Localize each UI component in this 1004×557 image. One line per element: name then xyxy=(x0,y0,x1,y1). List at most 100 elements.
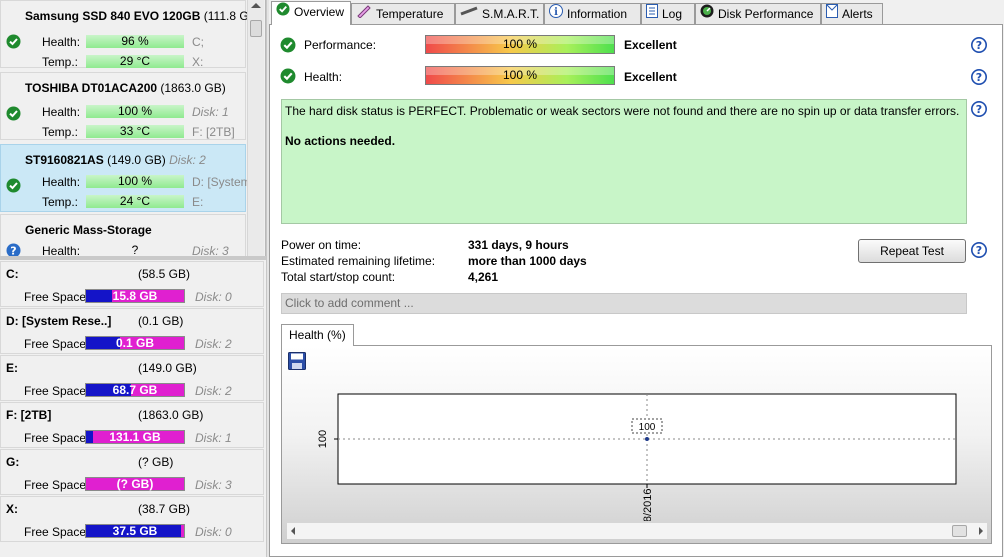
volume-item[interactable]: D: [System Rese..] (0.1 GB) Free Space 0… xyxy=(0,308,264,354)
tab-information[interactable]: i Information xyxy=(544,3,641,25)
free-space-bar: 37.5 GB xyxy=(85,524,185,538)
tab-alerts[interactable]: Alerts xyxy=(821,3,883,25)
volume-disk: Disk: 3 xyxy=(195,478,232,492)
free-space-label: Free Space xyxy=(24,478,87,492)
scroll-thumb[interactable] xyxy=(250,20,262,37)
volume-capacity: (1863.0 GB) xyxy=(138,408,204,422)
performance-label: Performance: xyxy=(304,38,377,52)
health-bar: ? xyxy=(131,243,139,257)
panel-splitter[interactable] xyxy=(0,256,266,260)
volume-item[interactable]: F: [2TB] (1863.0 GB) Free Space 131.1 GB… xyxy=(0,402,264,448)
scroll-left-icon[interactable] xyxy=(291,527,295,535)
help-icon[interactable]: ? xyxy=(971,37,987,53)
volume-disk: Disk: 0 xyxy=(195,290,232,304)
chart-svg: 100 10/18/2016 100 xyxy=(317,393,957,521)
disk-drive-letter: X: xyxy=(192,55,204,69)
disk-id: Disk: 1 xyxy=(192,105,229,119)
temp-label: Temp.: xyxy=(42,55,79,69)
free-space-bar: (? GB) xyxy=(85,477,185,491)
free-space-label: Free Space xyxy=(24,525,87,539)
question-circle-icon: ? xyxy=(6,243,21,256)
check-circle-icon xyxy=(280,68,296,87)
disk-list-scrollbar[interactable] xyxy=(247,0,264,256)
health-rating: Excellent xyxy=(624,70,677,84)
volume-item[interactable]: E: (149.0 GB) Free Space 68.7 GB Disk: 2 xyxy=(0,355,264,401)
disk-name: Generic Mass-Storage xyxy=(25,223,152,237)
tab-log[interactable]: Log xyxy=(641,3,695,25)
health-bar: 96 % xyxy=(86,35,184,48)
document-icon xyxy=(646,4,658,25)
start-stop-label: Total start/stop count: xyxy=(281,270,396,284)
lifetime-label: Estimated remaining lifetime: xyxy=(281,254,436,268)
volume-item[interactable]: X: (38.7 GB) Free Space 37.5 GB Disk: 0 xyxy=(0,496,264,542)
tab-temperature[interactable]: Temperature xyxy=(351,3,455,25)
health-bar: 100 % xyxy=(86,175,184,188)
scroll-up-icon[interactable] xyxy=(251,3,261,8)
tab-disk-performance[interactable]: Disk Performance xyxy=(695,3,821,25)
repeat-test-button[interactable]: Repeat Test xyxy=(858,239,966,263)
data-label: 100 xyxy=(639,422,656,433)
left-panel: Samsung SSD 840 EVO 120GB (111.8 GB) Hea… xyxy=(0,0,266,557)
temp-label: Temp.: xyxy=(42,195,79,209)
disk-id: Disk: 3 xyxy=(192,244,229,256)
y-tick-label: 100 xyxy=(317,430,329,448)
check-circle-icon xyxy=(6,106,21,124)
tab-health-chart[interactable]: Health (%) xyxy=(281,324,354,346)
temp-label: Temp.: xyxy=(42,125,79,139)
volume-capacity: (? GB) xyxy=(138,455,174,469)
disk-name: Samsung SSD 840 EVO 120GB (111.8 GB) xyxy=(25,9,261,23)
health-label: Health: xyxy=(304,70,343,84)
disk-item[interactable]: Generic Mass-Storage ? Health: ? Disk: 3 xyxy=(0,214,246,256)
volume-disk: Disk: 2 xyxy=(195,384,232,398)
help-icon[interactable]: ? xyxy=(971,242,987,258)
chart-scrollbar[interactable] xyxy=(287,523,987,539)
performance-rating: Excellent xyxy=(624,38,677,52)
svg-text:?: ? xyxy=(976,244,982,257)
health-label: Health: xyxy=(42,35,81,49)
help-icon[interactable]: ? xyxy=(971,101,987,117)
disk-name: TOSHIBA DT01ACA200 (1863.0 GB) xyxy=(25,81,226,95)
volume-name: C: xyxy=(6,267,19,281)
volume-name: D: [System Rese..] xyxy=(6,314,112,328)
volume-capacity: (149.0 GB) xyxy=(138,361,197,375)
volume-item[interactable]: G: (? GB) Free Space (? GB) Disk: 3 xyxy=(0,449,264,495)
svg-text:?: ? xyxy=(10,245,16,257)
tab-smart[interactable]: S.M.A.R.T. xyxy=(455,3,544,25)
volume-name: E: xyxy=(6,361,18,375)
health-bar: 100 % xyxy=(425,66,615,85)
power-on-value: 331 days, 9 hours xyxy=(468,238,569,252)
temp-bar: 24 °C xyxy=(86,195,184,208)
performance-bar: 100 % xyxy=(425,35,615,54)
volume-name: G: xyxy=(6,455,20,469)
svg-text:?: ? xyxy=(976,39,982,52)
disk-drive-letter: F: [2TB] xyxy=(192,125,235,139)
volume-item[interactable]: C: (58.5 GB) Free Space 15.8 GB Disk: 0 xyxy=(0,261,264,307)
free-space-bar: 15.8 GB xyxy=(85,289,185,303)
scroll-right-icon[interactable] xyxy=(979,527,983,535)
health-bar: 100 % xyxy=(86,105,184,118)
check-circle-icon xyxy=(6,178,21,196)
tab-overview[interactable]: Overview xyxy=(271,1,351,25)
disk-drive-letter: C; xyxy=(192,35,204,49)
volume-disk: Disk: 2 xyxy=(195,337,232,351)
status-text: The hard disk status is PERFECT. Problem… xyxy=(285,104,960,118)
status-message: The hard disk status is PERFECT. Problem… xyxy=(281,99,967,224)
free-space-bar: 68.7 GB xyxy=(85,383,185,397)
scroll-thumb[interactable] xyxy=(952,525,967,537)
help-icon[interactable]: ? xyxy=(971,69,987,85)
svg-text:?: ? xyxy=(976,103,982,116)
free-space-bar: 131.1 GB xyxy=(85,430,185,444)
disk-item-selected[interactable]: ST9160821AS (149.0 GB) Disk: 2 Health: 1… xyxy=(0,144,251,212)
lifetime-value: more than 1000 days xyxy=(468,254,587,268)
disk-item[interactable]: TOSHIBA DT01ACA200 (1863.0 GB) Health: 1… xyxy=(0,72,246,140)
temp-bar: 33 °C xyxy=(86,125,184,138)
alert-icon xyxy=(826,4,838,25)
check-circle-icon xyxy=(6,34,21,52)
power-on-label: Power on time: xyxy=(281,238,362,252)
disk-item[interactable]: Samsung SSD 840 EVO 120GB (111.8 GB) Hea… xyxy=(0,0,261,69)
volume-capacity: (58.5 GB) xyxy=(138,267,191,281)
action-text: No actions needed. xyxy=(285,134,396,148)
free-space-label: Free Space xyxy=(24,384,87,398)
volume-name: X: xyxy=(6,502,18,516)
comment-input[interactable]: Click to add comment ... xyxy=(281,293,967,314)
